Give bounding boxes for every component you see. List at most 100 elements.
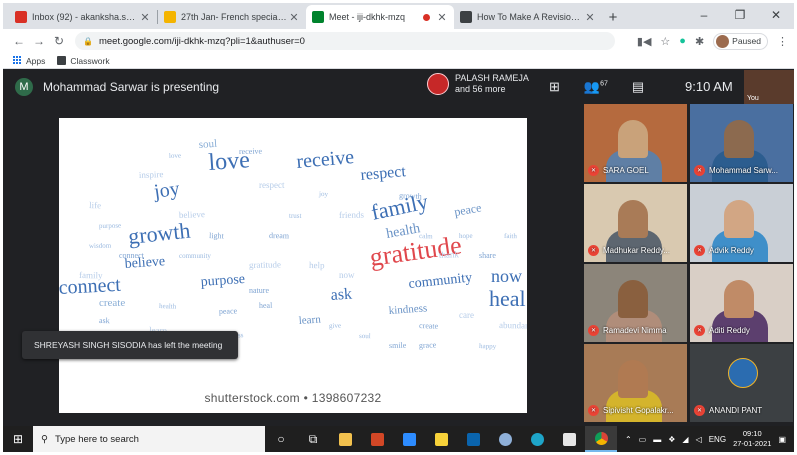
edge-icon[interactable] xyxy=(521,426,553,452)
profile-button[interactable]: Paused xyxy=(713,32,768,50)
svg-text:love: love xyxy=(169,152,181,160)
task-view-icon[interactable]: ⧉ xyxy=(297,426,329,452)
svg-text:create: create xyxy=(99,297,125,309)
participant-tile[interactable]: ✕ SARA GOEL xyxy=(584,104,687,182)
presented-slide: love receive respect joy growth believe purpos… xyxy=(59,118,527,413)
svg-text:joy: joy xyxy=(318,190,329,198)
svg-text:soul: soul xyxy=(198,138,217,151)
notifications-icon[interactable]: ▣ xyxy=(778,435,786,444)
close-window-icon[interactable]: ✕ xyxy=(758,3,794,29)
participant-tile[interactable]: ✕ Mohammad Sarw... xyxy=(690,104,793,182)
mic-off-icon: ✕ xyxy=(588,165,599,176)
mic-off-icon: ✕ xyxy=(588,325,599,336)
tab-title: Meet - iji-dkhk-mzq xyxy=(329,12,406,22)
svg-text:wisdom: wisdom xyxy=(89,242,112,250)
close-tab-icon[interactable]: ✕ xyxy=(584,11,596,24)
people-icon: 👥 xyxy=(583,79,601,94)
windows-start-icon[interactable]: ⊞ xyxy=(3,432,33,446)
chrome-icon[interactable] xyxy=(585,426,617,452)
svg-text:abundance: abundance xyxy=(499,320,527,331)
layout-icon[interactable]: ⊞ xyxy=(549,79,560,95)
participant-tile[interactable]: ✕ Advik Reddy xyxy=(690,184,793,262)
paint-icon[interactable] xyxy=(489,426,521,452)
svg-text:community: community xyxy=(408,270,473,292)
browser-tab[interactable]: 27th Jan- French special assemb✕ xyxy=(158,5,306,29)
dropbox-icon[interactable]: ❖ xyxy=(668,435,675,444)
svg-text:purpose: purpose xyxy=(200,272,245,290)
svg-text:joy: joy xyxy=(152,178,181,203)
cortana-icon[interactable]: ○ xyxy=(265,426,297,452)
participant-tile[interactable]: ✕ ANANDI PANT xyxy=(690,344,793,422)
close-tab-icon[interactable]: ✕ xyxy=(288,11,300,24)
language-indicator[interactable]: ENG xyxy=(709,435,726,444)
participant-name: Advik Reddy xyxy=(709,246,754,255)
browser-tab[interactable]: Inbox (92) - akanksha.sahu@the✕ xyxy=(9,5,157,29)
bookmark-star-icon[interactable]: ☆ xyxy=(660,35,670,48)
bookmark-classwork[interactable]: Classwork xyxy=(57,56,110,66)
participant-tile[interactable]: ✕ Madhukar Reddy... xyxy=(584,184,687,262)
store-icon[interactable] xyxy=(553,426,585,452)
participant-name: SARA GOEL xyxy=(603,166,649,175)
people-button[interactable]: 👥67 xyxy=(584,79,608,95)
lock-icon: 🔒 xyxy=(83,36,93,46)
svg-text:peace: peace xyxy=(453,200,482,219)
chat-icon[interactable]: ▤ xyxy=(632,79,644,95)
file-explorer-icon[interactable] xyxy=(329,426,361,452)
search-icon: ⚲ xyxy=(41,433,48,445)
extensions-puzzle-icon[interactable]: ✱ xyxy=(695,35,704,48)
back-icon[interactable]: ← xyxy=(9,34,29,48)
bookmark-apps[interactable]: Apps xyxy=(13,56,45,66)
battery-icon[interactable]: ▭ xyxy=(639,435,647,444)
svg-text:calm: calm xyxy=(419,232,433,240)
forward-icon[interactable]: → xyxy=(29,34,49,48)
speaker-more: and 56 more xyxy=(455,84,506,94)
meet-header: M Mohammad Sarwar is presenting PALASH R… xyxy=(3,70,794,104)
svg-text:peace: peace xyxy=(219,306,238,316)
self-view: You xyxy=(744,70,794,104)
extension-grammarly-icon[interactable]: ● xyxy=(679,35,686,47)
participant-tile[interactable]: ✕ Aditi Reddy xyxy=(690,264,793,342)
mic-off-icon: ✕ xyxy=(694,325,705,336)
svg-text:heal: heal xyxy=(259,301,273,310)
presentation-stage: love receive respect joy growth believe purpos… xyxy=(3,104,584,421)
close-tab-icon[interactable]: ✕ xyxy=(139,11,151,24)
tab-title: How To Make A Revision Timetal xyxy=(477,12,584,22)
new-tab-button[interactable]: + xyxy=(602,5,624,29)
wifi-icon[interactable]: ◢ xyxy=(682,435,688,444)
zoom-icon[interactable] xyxy=(393,426,425,452)
recording-dot-icon xyxy=(423,13,430,21)
menu-dots-icon[interactable]: ⋮ xyxy=(777,35,788,48)
window-controls: – ❐ ✕ xyxy=(686,3,794,29)
mail-icon[interactable] xyxy=(457,426,489,452)
gmail-icon xyxy=(15,11,27,23)
mic-off-icon: ✕ xyxy=(588,245,599,256)
notification-toast: SHREYASH SINGH SISODIA has left the meet… xyxy=(22,331,238,359)
participant-count: 67 xyxy=(600,80,608,88)
network-icon[interactable]: ▬ xyxy=(653,435,661,444)
svg-text:nature: nature xyxy=(249,286,269,295)
browser-tab[interactable]: How To Make A Revision Timetal✕ xyxy=(454,5,602,29)
close-tab-icon[interactable]: ✕ xyxy=(436,11,448,24)
participant-tile[interactable]: ✕ Ramadevi Nimma xyxy=(584,264,687,342)
participant-label: ✕ Mohammad Sarw... xyxy=(694,165,778,176)
address-bar[interactable]: 🔒 meet.google.com/iji-dkhk-mzq?pli=1&aut… xyxy=(75,32,615,50)
chevron-up-icon[interactable]: ⌃ xyxy=(625,435,632,444)
browser-tab-strip: Inbox (92) - akanksha.sahu@the✕27th Jan-… xyxy=(3,3,794,29)
taskbar-search[interactable]: ⚲ Type here to search xyxy=(33,426,265,452)
svg-text:give: give xyxy=(329,322,341,330)
participant-name: Ramadevi Nimma xyxy=(603,326,667,335)
meeting-time: 9:10 AM xyxy=(685,79,733,94)
taskbar-clock[interactable]: 09:10 27-01-2021 xyxy=(733,429,771,449)
maximize-icon[interactable]: ❐ xyxy=(722,3,758,29)
browser-tab[interactable]: Meet - iji-dkhk-mzq ✕ xyxy=(306,5,454,29)
svg-text:growth: growth xyxy=(127,218,192,249)
volume-icon[interactable]: ◁ xyxy=(696,435,702,444)
minimize-icon[interactable]: – xyxy=(686,3,722,29)
svg-text:faith: faith xyxy=(504,232,517,240)
participant-tile[interactable]: ✕ Sipivisht Gopalakr... xyxy=(584,344,687,422)
sticky-notes-icon[interactable] xyxy=(425,426,457,452)
camera-icon[interactable]: ▮◀ xyxy=(637,35,652,48)
powerpoint-icon[interactable] xyxy=(361,426,393,452)
speaker-name: PALASH RAMEJA xyxy=(455,73,529,83)
reload-icon[interactable]: ↻ xyxy=(49,34,69,48)
